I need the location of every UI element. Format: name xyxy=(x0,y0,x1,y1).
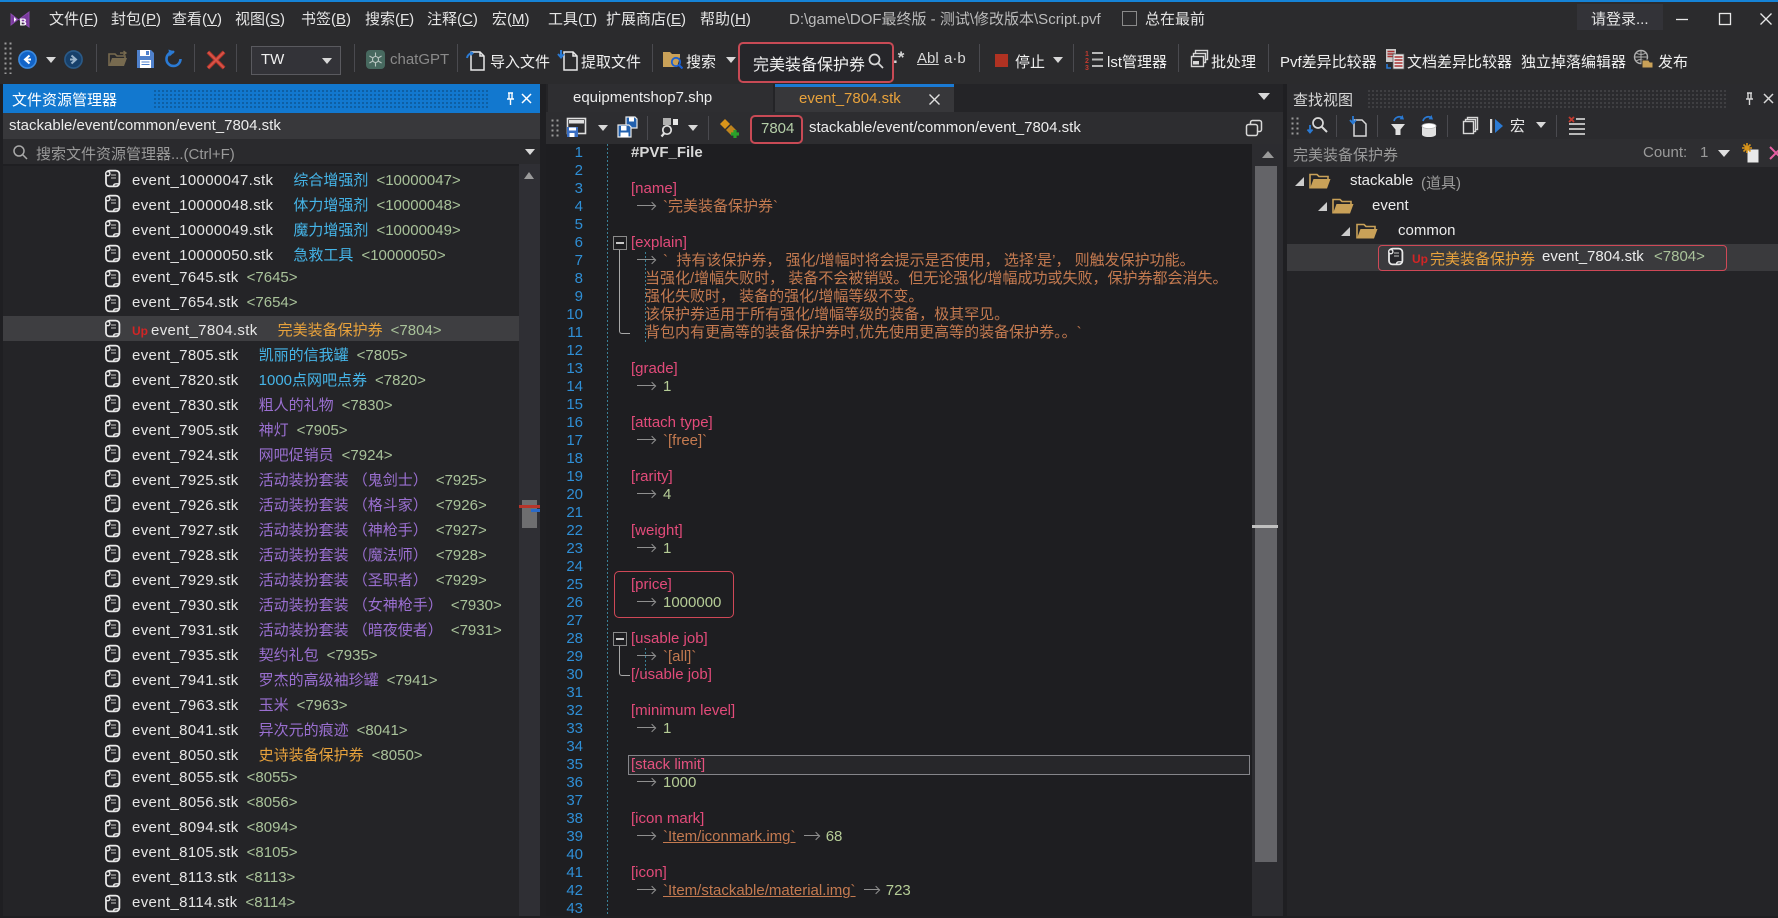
svg-text:2: 2 xyxy=(1085,58,1089,65)
svg-text:3: 3 xyxy=(1085,65,1089,70)
svg-text:1: 1 xyxy=(1085,51,1089,58)
